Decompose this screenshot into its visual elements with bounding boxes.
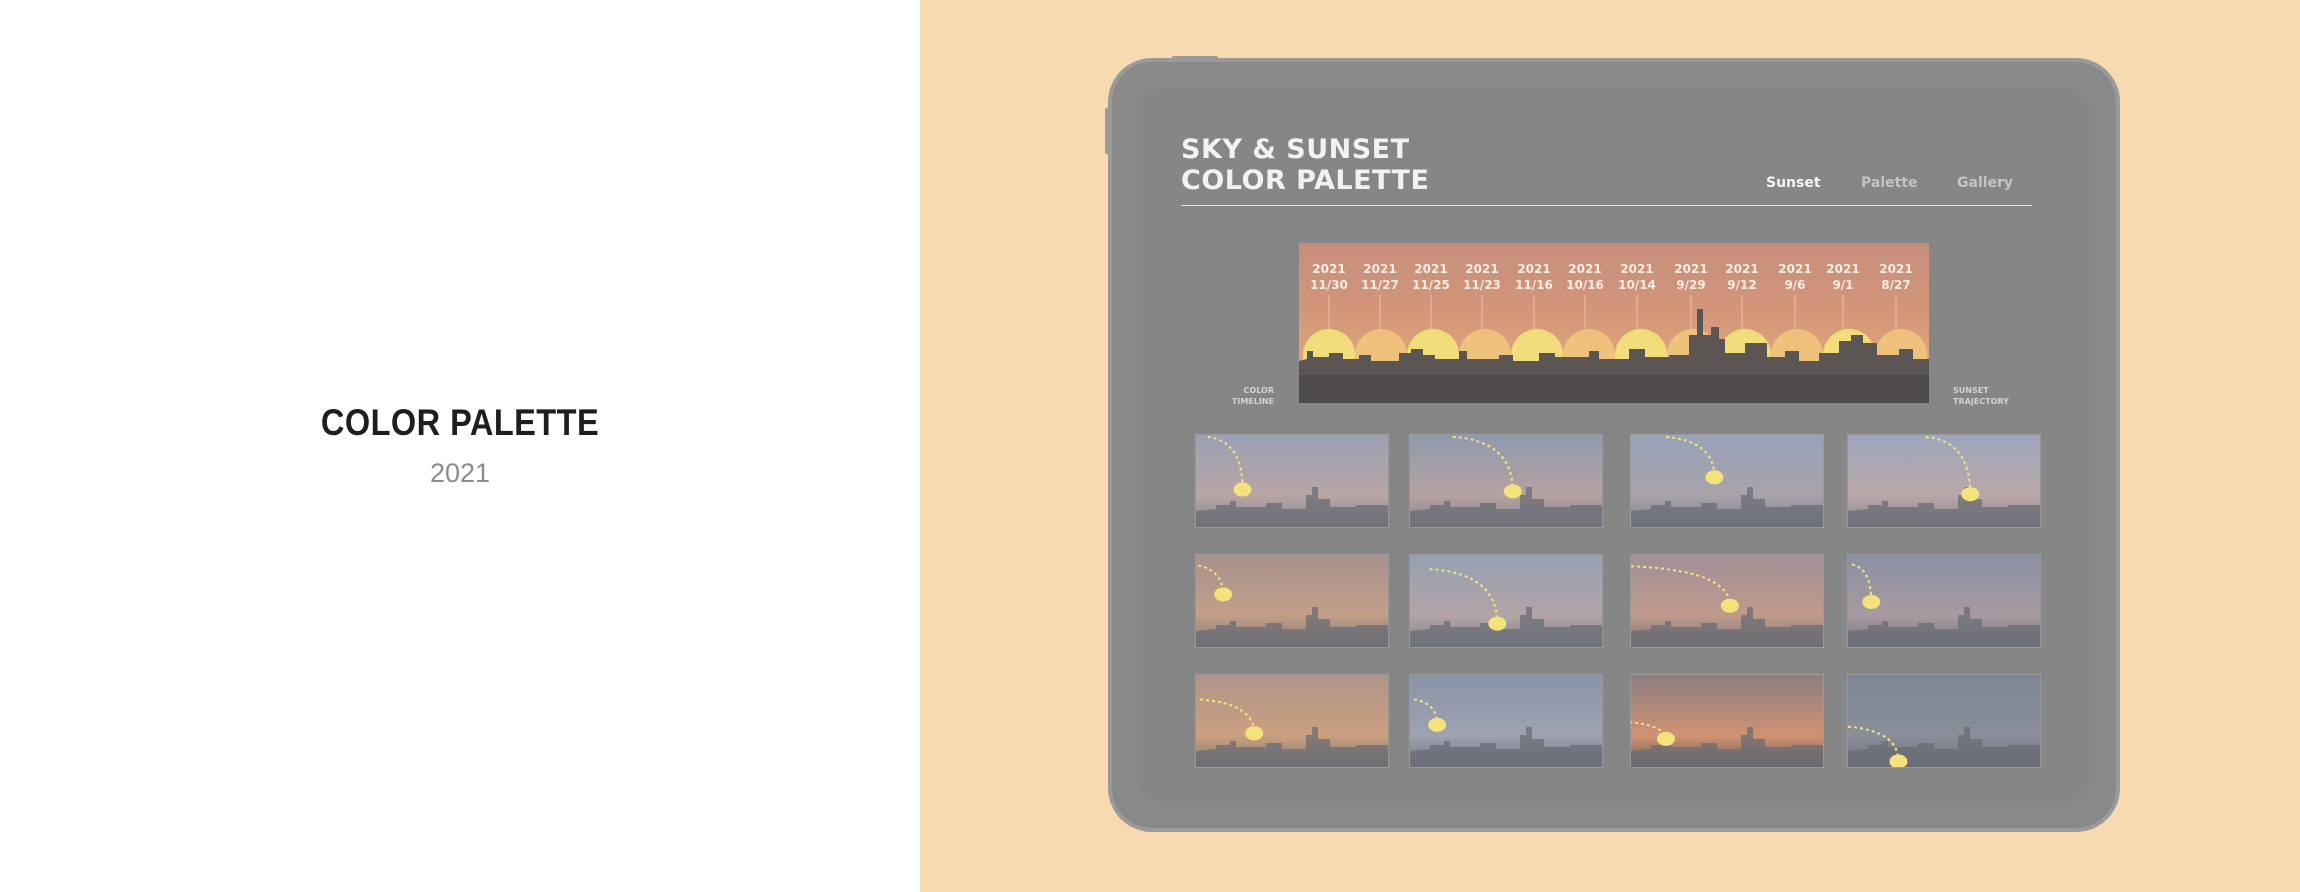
timeline-date-day: 11/30 (1310, 278, 1348, 292)
gallery-photo-graphic (1848, 435, 2040, 527)
timeline-date-day: 9/6 (1784, 278, 1806, 292)
timeline-date-day: 9/1 (1832, 278, 1854, 292)
timeline-date-label: 2021 9/6 (1770, 261, 1820, 293)
sun-icon (1214, 587, 1233, 602)
sunset-trajectory-label: SUNSET TRAJECTORY (1953, 385, 2033, 407)
gallery-photo-graphic (1196, 675, 1388, 767)
gallery-photo[interactable] (1195, 434, 1389, 528)
timeline-date-day: 11/16 (1515, 278, 1553, 292)
sun-icon (1862, 595, 1881, 609)
gallery-photo[interactable] (1409, 434, 1603, 528)
timeline-date-year: 2021 (1363, 262, 1397, 276)
timeline-date-year: 2021 (1465, 262, 1499, 276)
timeline-date-year: 2021 (1517, 262, 1551, 276)
color-timeline-label-line-2: TIMELINE (1231, 397, 1274, 406)
sunset-trajectory-label-line-1: SUNSET (1953, 386, 1989, 395)
sun-icon (1656, 731, 1675, 746)
timeline-date-year: 2021 (1778, 262, 1812, 276)
gallery-photo[interactable] (1630, 554, 1824, 648)
sun-icon (1705, 470, 1724, 485)
timeline-date-day: 10/16 (1566, 278, 1604, 292)
gallery-photo-graphic (1848, 675, 2040, 767)
color-timeline-label: COLOR TIMELINE (1220, 385, 1274, 407)
timeline-date-label: 2021 8/27 (1871, 261, 1921, 293)
sun-icon (1245, 726, 1264, 741)
gallery-photo-graphic (1196, 435, 1388, 527)
nav-tab-palette[interactable]: Palette (1861, 175, 1918, 191)
sun-icon (1488, 616, 1507, 631)
app-title-line-2: COLOR PALETTE (1181, 165, 1430, 196)
timeline-date-label: 2021 10/14 (1612, 261, 1662, 293)
gallery-photo[interactable] (1847, 434, 2041, 528)
nav-tab-sunset[interactable]: Sunset (1766, 175, 1821, 191)
sun-icon (1503, 484, 1522, 499)
timeline-date-year: 2021 (1674, 262, 1708, 276)
gallery-photo[interactable] (1409, 554, 1603, 648)
timeline-date-label: 2021 9/29 (1666, 261, 1716, 293)
timeline-date-label: 2021 9/1 (1818, 261, 1868, 293)
header-divider (1181, 205, 2032, 206)
tablet-top-button (1172, 56, 1218, 60)
gallery-photo[interactable] (1847, 674, 2041, 768)
gallery-photo-graphic (1410, 435, 1602, 527)
timeline-date-label: 2021 11/23 (1457, 261, 1507, 293)
timeline-date-year: 2021 (1620, 262, 1654, 276)
timeline-date-day: 11/27 (1361, 278, 1399, 292)
timeline-date-day: 8/27 (1881, 278, 1911, 292)
timeline-date-day: 9/29 (1676, 278, 1706, 292)
gallery-photo-graphic (1848, 555, 2040, 647)
sun-icon (1889, 754, 1908, 767)
gallery-photo[interactable] (1195, 554, 1389, 648)
timeline-date-year: 2021 (1879, 262, 1913, 276)
color-timeline: 2021 11/30 2021 11/27 2021 11/25 2021 11/23 2021… (1299, 243, 1929, 403)
gallery-photo[interactable] (1847, 554, 2041, 648)
timeline-date-day: 11/25 (1412, 278, 1450, 292)
timeline-date-label: 2021 11/25 (1406, 261, 1456, 293)
sun-icon (1428, 717, 1447, 732)
timeline-date-label: 2021 11/16 (1509, 261, 1559, 293)
timeline-date-year: 2021 (1414, 262, 1448, 276)
timeline-date-day: 9/12 (1727, 278, 1757, 292)
timeline-date-day: 11/23 (1463, 278, 1501, 292)
timeline-date-label: 2021 11/27 (1355, 261, 1405, 293)
app-title-line-1: SKY & SUNSET (1181, 134, 1410, 165)
gallery-photo-graphic (1631, 675, 1823, 767)
sunset-trajectory-label-line-2: TRAJECTORY (1953, 397, 2009, 406)
gallery-photo[interactable] (1409, 674, 1603, 768)
timeline-date-year: 2021 (1725, 262, 1759, 276)
tablet-side-button (1105, 108, 1109, 154)
gallery-photo-graphic (1631, 555, 1823, 647)
cover-year: 2021 (429, 458, 491, 488)
gallery-photo-graphic (1631, 435, 1823, 527)
timeline-date-label: 2021 9/12 (1717, 261, 1767, 293)
timeline-date-day: 10/14 (1618, 278, 1656, 292)
gallery-photo-graphic (1410, 675, 1602, 767)
sun-icon (1233, 482, 1252, 497)
timeline-date-year: 2021 (1312, 262, 1346, 276)
nav-tab-gallery[interactable]: Gallery (1957, 175, 2013, 191)
sun-icon (1720, 598, 1739, 613)
cover-title: COLOR PALETTE (320, 402, 600, 443)
gallery-photo[interactable] (1195, 674, 1389, 768)
timeline-date-year: 2021 (1826, 262, 1860, 276)
timeline-date-year: 2021 (1568, 262, 1602, 276)
app-title: SKY & SUNSET COLOR PALETTE (1181, 134, 1429, 196)
gallery-photo[interactable] (1630, 674, 1824, 768)
sun-icon (1961, 487, 1980, 502)
gallery-photo-graphic (1196, 555, 1388, 647)
color-timeline-label-line-1: COLOR (1243, 386, 1274, 395)
timeline-date-label: 2021 10/16 (1560, 261, 1610, 293)
gallery-photo-graphic (1410, 555, 1602, 647)
timeline-date-label: 2021 11/30 (1304, 261, 1354, 293)
cover-panel: COLOR PALETTE 2021 (0, 0, 920, 892)
gallery-photo[interactable] (1630, 434, 1824, 528)
